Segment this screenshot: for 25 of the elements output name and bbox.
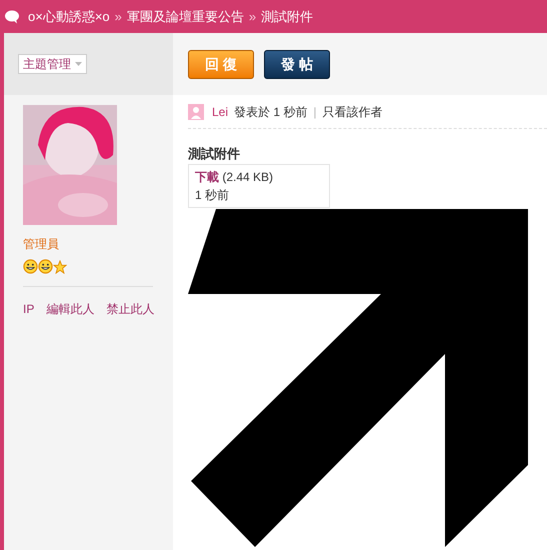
- breadcrumb-link[interactable]: 軍團及論壇重要公告: [126, 6, 244, 26]
- user-action-link[interactable]: 編輯此人: [46, 300, 94, 318]
- file-size: (2.44 KB): [222, 170, 274, 184]
- breadcrumb-separator: »: [248, 8, 256, 26]
- breadcrumb-separator: »: [114, 8, 122, 26]
- user-role: 管理員: [23, 236, 60, 253]
- user-icon: [188, 104, 204, 120]
- separator: |: [313, 104, 316, 120]
- post-time: 發表於 1 秒前: [234, 104, 308, 120]
- upload-time: 1 秒前: [195, 186, 230, 204]
- author-link[interactable]: Lei: [212, 102, 228, 120]
- post-button[interactable]: 發 帖: [264, 50, 330, 78]
- smiley-icon: [23, 259, 38, 274]
- star-icon: [53, 260, 67, 274]
- caret-icon: [75, 62, 82, 66]
- user-action-link[interactable]: 禁止此人: [106, 300, 154, 318]
- breadcrumb-link[interactable]: 測試附件: [261, 6, 314, 26]
- smiley-icon: [38, 259, 53, 274]
- download-link[interactable]: 下載: [195, 170, 219, 184]
- author-only-link[interactable]: 只看該作者: [322, 102, 382, 120]
- chat-bubble-icon: [4, 10, 20, 24]
- breadcrumb-link[interactable]: o×心動誘惑×o: [28, 6, 110, 26]
- manage-dropdown[interactable]: 主題管理: [18, 54, 87, 74]
- post-title: 測試附件: [188, 145, 241, 163]
- user-action-link[interactable]: IP: [23, 300, 34, 318]
